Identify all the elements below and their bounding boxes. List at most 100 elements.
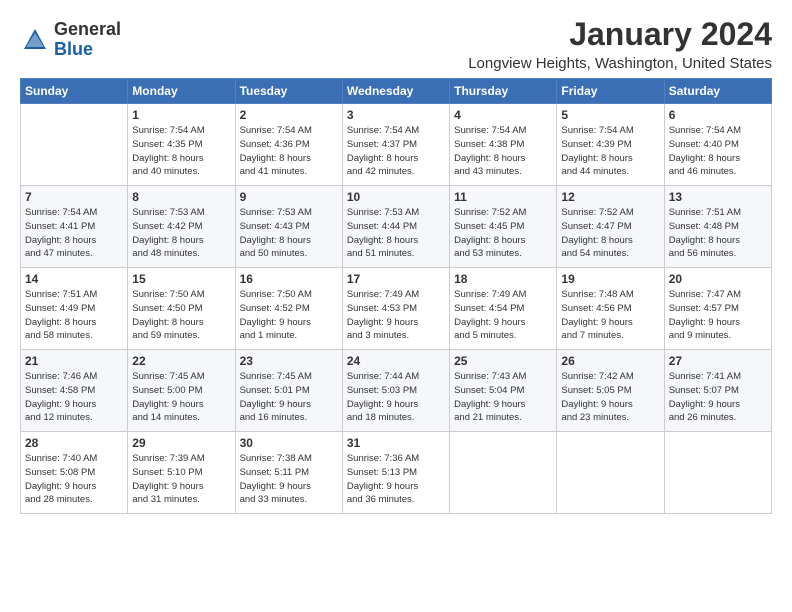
header-cell-tuesday: Tuesday [235,79,342,104]
day-info: Sunrise: 7:39 AMSunset: 5:10 PMDaylight:… [132,452,230,507]
day-info: Sunrise: 7:54 AMSunset: 4:35 PMDaylight:… [132,124,230,179]
day-info: Sunrise: 7:44 AMSunset: 5:03 PMDaylight:… [347,370,445,425]
day-cell: 9 Sunrise: 7:53 AMSunset: 4:43 PMDaylight… [235,186,342,268]
logo-general-text: General [54,20,121,40]
week-row-4: 21 Sunrise: 7:46 AMSunset: 4:58 PMDayligh… [21,350,772,432]
day-info: Sunrise: 7:38 AMSunset: 5:11 PMDaylight:… [240,452,338,507]
day-cell: 26Sunrise: 7:42 AMSunset: 5:05 PMDayligh… [557,350,664,432]
day-cell: 3 Sunrise: 7:54 AMSunset: 4:37 PMDaylight… [342,104,449,186]
day-info: Sunrise: 7:49 AMSunset: 4:53 PMDaylight:… [347,288,445,343]
day-number: 23 [240,354,338,368]
day-number: 1 [132,108,230,122]
month-title: January 2024 [468,16,772,53]
day-info: Sunrise: 7:54 AMSunset: 4:38 PMDaylight:… [454,124,552,179]
day-cell: 25Sunrise: 7:43 AMSunset: 5:04 PMDayligh… [450,350,557,432]
header: General Blue January 2024 Longview Heigh… [20,16,772,72]
day-info: Sunrise: 7:49 AMSunset: 4:54 PMDaylight:… [454,288,552,343]
day-info: Sunrise: 7:50 AMSunset: 4:52 PMDaylight:… [240,288,338,343]
day-info: Sunrise: 7:52 AMSunset: 4:47 PMDaylight:… [561,206,659,261]
week-row-5: 28 Sunrise: 7:40 AMSunset: 5:08 PMDayligh… [21,432,772,514]
logo-text: General Blue [54,20,121,60]
day-number: 16 [240,272,338,286]
day-number: 3 [347,108,445,122]
week-row-2: 7 Sunrise: 7:54 AMSunset: 4:41 PMDaylight… [21,186,772,268]
day-info: Sunrise: 7:54 AMSunset: 4:37 PMDaylight:… [347,124,445,179]
day-number: 24 [347,354,445,368]
day-info: Sunrise: 7:54 AMSunset: 4:39 PMDaylight:… [561,124,659,179]
header-cell-monday: Monday [128,79,235,104]
day-info: Sunrise: 7:45 AMSunset: 5:01 PMDaylight:… [240,370,338,425]
day-number: 2 [240,108,338,122]
day-number: 31 [347,436,445,450]
day-number: 14 [25,272,123,286]
day-info: Sunrise: 7:50 AMSunset: 4:50 PMDaylight:… [132,288,230,343]
day-info: Sunrise: 7:52 AMSunset: 4:45 PMDaylight:… [454,206,552,261]
day-number: 30 [240,436,338,450]
day-cell: 2Sunrise: 7:54 AMSunset: 4:36 PMDaylight… [235,104,342,186]
day-info: Sunrise: 7:45 AMSunset: 5:00 PMDaylight:… [132,370,230,425]
day-number: 7 [25,190,123,204]
day-cell: 10 Sunrise: 7:53 AMSunset: 4:44 PMDayligh… [342,186,449,268]
logo-icon [20,25,50,55]
day-number: 12 [561,190,659,204]
day-info: Sunrise: 7:53 AMSunset: 4:42 PMDaylight:… [132,206,230,261]
day-cell: 21 Sunrise: 7:46 AMSunset: 4:58 PMDayligh… [21,350,128,432]
logo-blue-text: Blue [54,40,121,60]
calendar-table: SundayMondayTuesdayWednesdayThursdayFrid… [20,78,772,514]
day-number: 21 [25,354,123,368]
page: General Blue January 2024 Longview Heigh… [0,0,792,524]
day-cell [664,432,771,514]
day-info: Sunrise: 7:41 AMSunset: 5:07 PMDaylight:… [669,370,767,425]
week-row-3: 14Sunrise: 7:51 AMSunset: 4:49 PMDayligh… [21,268,772,350]
day-cell: 13 Sunrise: 7:51 AMSunset: 4:48 PMDayligh… [664,186,771,268]
day-number: 13 [669,190,767,204]
day-info: Sunrise: 7:53 AMSunset: 4:44 PMDaylight:… [347,206,445,261]
day-cell: 27Sunrise: 7:41 AMSunset: 5:07 PMDayligh… [664,350,771,432]
day-cell: 4 Sunrise: 7:54 AMSunset: 4:38 PMDaylight… [450,104,557,186]
header-cell-saturday: Saturday [664,79,771,104]
header-cell-wednesday: Wednesday [342,79,449,104]
day-cell: 18 Sunrise: 7:49 AMSunset: 4:54 PMDayligh… [450,268,557,350]
day-cell: 29Sunrise: 7:39 AMSunset: 5:10 PMDayligh… [128,432,235,514]
day-number: 11 [454,190,552,204]
day-info: Sunrise: 7:54 AMSunset: 4:41 PMDaylight:… [25,206,123,261]
day-cell [450,432,557,514]
day-info: Sunrise: 7:54 AMSunset: 4:40 PMDaylight:… [669,124,767,179]
day-cell: 12 Sunrise: 7:52 AMSunset: 4:47 PMDayligh… [557,186,664,268]
day-number: 10 [347,190,445,204]
day-number: 4 [454,108,552,122]
day-cell: 23 Sunrise: 7:45 AMSunset: 5:01 PMDayligh… [235,350,342,432]
day-number: 15 [132,272,230,286]
day-info: Sunrise: 7:51 AMSunset: 4:48 PMDaylight:… [669,206,767,261]
day-number: 26 [561,354,659,368]
day-number: 19 [561,272,659,286]
day-number: 8 [132,190,230,204]
day-number: 6 [669,108,767,122]
day-cell: 14Sunrise: 7:51 AMSunset: 4:49 PMDayligh… [21,268,128,350]
day-cell: 17Sunrise: 7:49 AMSunset: 4:53 PMDayligh… [342,268,449,350]
header-row: SundayMondayTuesdayWednesdayThursdayFrid… [21,79,772,104]
day-number: 9 [240,190,338,204]
day-info: Sunrise: 7:46 AMSunset: 4:58 PMDaylight:… [25,370,123,425]
day-info: Sunrise: 7:43 AMSunset: 5:04 PMDaylight:… [454,370,552,425]
day-info: Sunrise: 7:40 AMSunset: 5:08 PMDaylight:… [25,452,123,507]
day-number: 18 [454,272,552,286]
day-cell: 30 Sunrise: 7:38 AMSunset: 5:11 PMDayligh… [235,432,342,514]
day-info: Sunrise: 7:48 AMSunset: 4:56 PMDaylight:… [561,288,659,343]
day-cell: 19 Sunrise: 7:48 AMSunset: 4:56 PMDayligh… [557,268,664,350]
day-number: 22 [132,354,230,368]
header-cell-friday: Friday [557,79,664,104]
header-cell-thursday: Thursday [450,79,557,104]
header-cell-sunday: Sunday [21,79,128,104]
day-cell: 22 Sunrise: 7:45 AMSunset: 5:00 PMDayligh… [128,350,235,432]
day-cell: 1 Sunrise: 7:54 AMSunset: 4:35 PMDaylight… [128,104,235,186]
day-cell: 24 Sunrise: 7:44 AMSunset: 5:03 PMDayligh… [342,350,449,432]
week-row-1: 1 Sunrise: 7:54 AMSunset: 4:35 PMDaylight… [21,104,772,186]
day-info: Sunrise: 7:53 AMSunset: 4:43 PMDaylight:… [240,206,338,261]
logo: General Blue [20,20,121,60]
day-cell [21,104,128,186]
day-cell: 16 Sunrise: 7:50 AMSunset: 4:52 PMDayligh… [235,268,342,350]
day-number: 28 [25,436,123,450]
day-cell: 8 Sunrise: 7:53 AMSunset: 4:42 PMDaylight… [128,186,235,268]
day-cell: 7 Sunrise: 7:54 AMSunset: 4:41 PMDaylight… [21,186,128,268]
